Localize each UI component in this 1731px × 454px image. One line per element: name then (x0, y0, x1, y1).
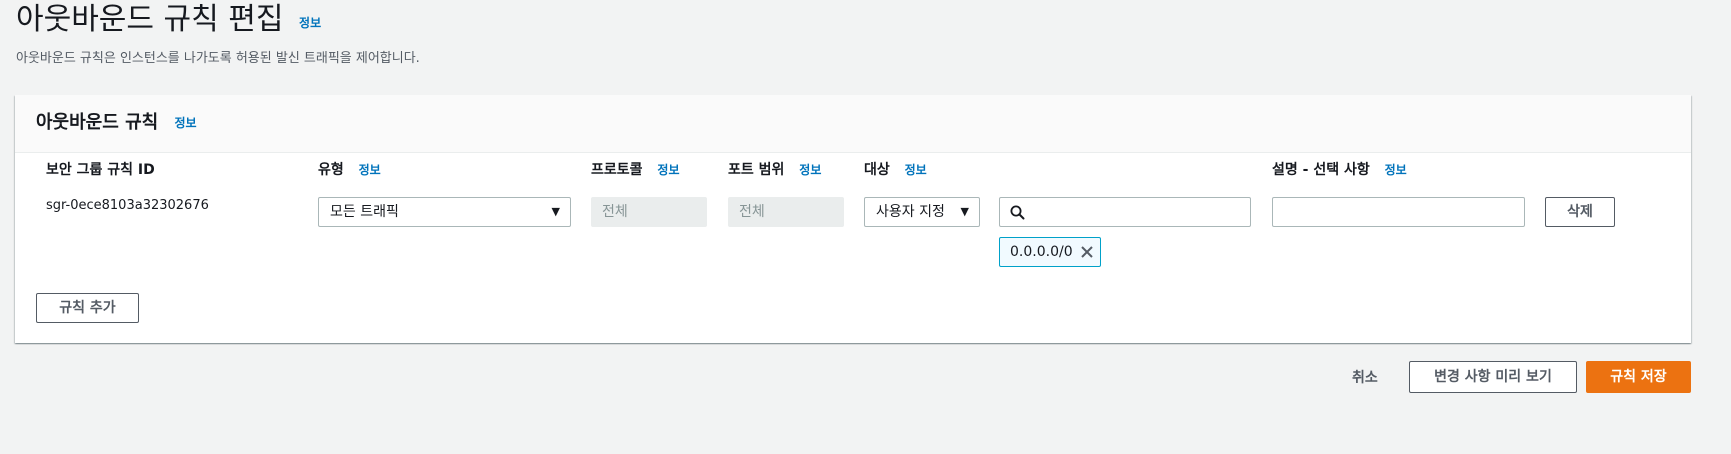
page-description: 아웃바운드 규칙은 인스턴스를 나가도록 허용된 발신 트래픽을 제어합니다. (16, 51, 420, 66)
type-select-value: 모든 트래픽 (330, 204, 399, 220)
save-rules-button[interactable]: 규칙 저장 (1586, 361, 1691, 393)
column-header-sg-rule-id: 보안 그룹 규칙 ID (46, 162, 155, 178)
protocol-input: 전체 (591, 197, 707, 227)
destination-type-select[interactable]: 사용자 지정 ▼ (864, 197, 980, 227)
column-header-protocol: 프로토콜 정보 (591, 160, 680, 180)
cidr-token-label: 0.0.0.0/0 (1010, 244, 1073, 260)
destination-type-value: 사용자 지정 (876, 204, 945, 220)
cancel-button[interactable]: 취소 (1352, 367, 1378, 387)
caret-down-icon: ▼ (960, 205, 969, 218)
destination-search-input[interactable] (999, 197, 1251, 227)
column-header-port-range: 포트 범위 정보 (728, 160, 821, 180)
page-title-info-link[interactable]: 정보 (299, 16, 321, 30)
type-info-link[interactable]: 정보 (359, 163, 381, 177)
page-title-text: 아웃바운드 규칙 편집 (16, 2, 284, 37)
type-select[interactable]: 모든 트래픽 ▼ (318, 197, 571, 227)
column-header-type-label: 유형 (318, 162, 344, 178)
add-rule-button[interactable]: 규칙 추가 (36, 293, 139, 323)
caret-down-icon: ▼ (551, 205, 560, 218)
description-input[interactable] (1272, 197, 1525, 227)
preview-changes-button[interactable]: 변경 사항 미리 보기 (1409, 361, 1577, 393)
port-range-input: 전체 (728, 197, 844, 227)
cidr-token: 0.0.0.0/0 (999, 237, 1101, 267)
protocol-info-link[interactable]: 정보 (657, 163, 679, 177)
delete-rule-button[interactable]: 삭제 (1545, 197, 1615, 227)
description-info-link[interactable]: 정보 (1385, 163, 1407, 177)
column-header-description-label: 설명 - 선택 사항 (1272, 162, 1370, 178)
column-header-destination-label: 대상 (864, 162, 890, 178)
panel-header (15, 95, 1691, 153)
column-header-protocol-label: 프로토콜 (591, 162, 643, 178)
outbound-rules-panel: 아웃바운드 규칙 정보 보안 그룹 규칙 ID 유형 정보 프로토콜 정보 포트… (15, 95, 1691, 343)
column-header-description: 설명 - 선택 사항 정보 (1272, 160, 1407, 180)
search-icon (1010, 205, 1025, 220)
column-header-destination: 대상 정보 (864, 160, 927, 180)
column-header-port-range-label: 포트 범위 (728, 162, 785, 178)
column-header-type: 유형 정보 (318, 160, 381, 180)
close-icon[interactable] (1080, 245, 1094, 259)
panel-title-info-link[interactable]: 정보 (174, 116, 196, 130)
destination-info-link[interactable]: 정보 (905, 163, 927, 177)
sg-rule-id-value: sgr-0ece8103a32302676 (46, 198, 209, 213)
panel-title-text: 아웃바운드 규칙 (36, 112, 159, 133)
port-range-info-link[interactable]: 정보 (799, 163, 821, 177)
panel-title: 아웃바운드 규칙 정보 (36, 111, 197, 135)
page-title: 아웃바운드 규칙 편집 정보 (16, 0, 321, 43)
